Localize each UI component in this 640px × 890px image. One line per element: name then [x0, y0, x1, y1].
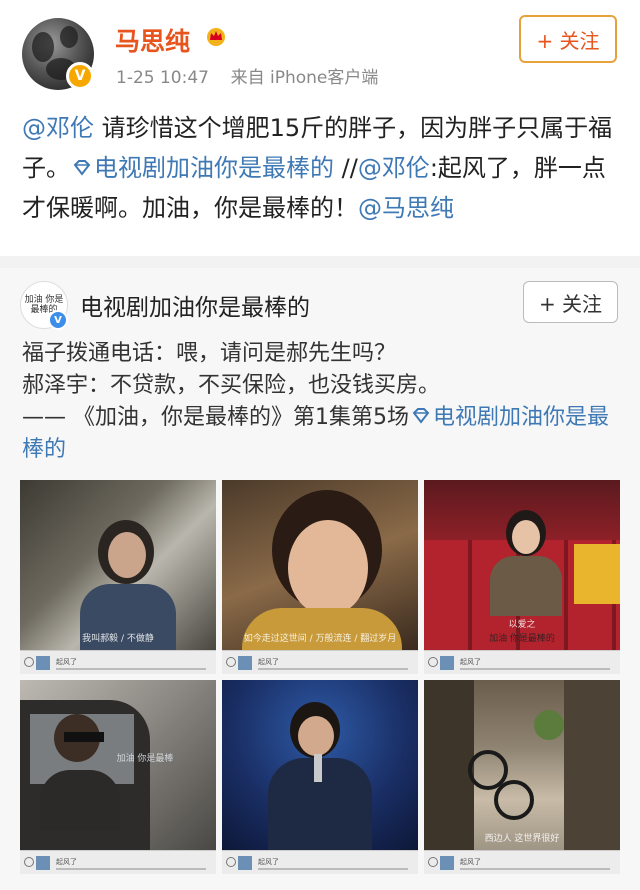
image-caption: 如今走过这世间 / 万般流连 / 翻过岁月: [243, 634, 397, 644]
progress-bar: [258, 868, 408, 870]
song-title: 起风了: [56, 658, 77, 666]
image-thumbnail[interactable]: 加油 你是最棒的 以爱之 起风了: [424, 480, 620, 674]
card-text: 福子拨通电话：喂，请问是郝先生吗？ 郝泽宇：不贷款，不买保险，也没钱买房。 ——…: [22, 338, 622, 466]
image-thumbnail[interactable]: 加油 你是最棒 起风了: [20, 680, 216, 874]
music-player-bar: 起风了: [424, 850, 620, 874]
card-account-name[interactable]: 电视剧加油你是最棒的: [80, 288, 310, 322]
image-thumbnail[interactable]: 我叫郝毅 / 不做静 起风了: [20, 480, 216, 674]
topic-diamond-icon: [412, 408, 430, 424]
song-title: 起风了: [56, 858, 77, 866]
album-cover-icon: [238, 856, 252, 870]
album-cover-icon: [440, 856, 454, 870]
music-player-bar: 起风了: [222, 850, 418, 874]
verified-badge-icon: V: [66, 62, 94, 90]
music-player-bar: 起风了: [20, 850, 216, 874]
song-title: 起风了: [460, 658, 481, 666]
card-follow-button[interactable]: + 关注: [523, 281, 618, 323]
image-caption: 西边人 这世界很好: [484, 834, 560, 844]
play-icon[interactable]: [226, 657, 236, 667]
song-title: 起风了: [258, 858, 279, 866]
album-cover-icon: [36, 856, 50, 870]
overlay-title: 加油 你是最棒的: [489, 634, 555, 644]
mention-link[interactable]: @邓伦: [358, 154, 430, 182]
image-caption: 以爱之: [508, 620, 536, 630]
play-icon[interactable]: [428, 657, 438, 667]
divider: [0, 256, 640, 268]
image-caption: 我叫郝毅 / 不做静: [82, 634, 154, 644]
progress-bar: [56, 868, 206, 870]
image-thumbnail[interactable]: 西边人 这世界很好 起风了: [424, 680, 620, 874]
post-source: 来自 iPhone客户端: [230, 68, 379, 88]
mention-link[interactable]: @马思纯: [358, 194, 454, 222]
album-cover-icon: [36, 656, 50, 670]
album-cover-icon: [440, 656, 454, 670]
card-text-line: —— 《加油，你是最棒的》第1集第5场: [22, 405, 409, 430]
play-icon[interactable]: [24, 657, 34, 667]
progress-bar: [460, 868, 610, 870]
card-text-line: 郝泽宇：不贷款，不买保险，也没钱买房。: [22, 373, 441, 398]
song-title: 起风了: [460, 858, 481, 866]
progress-bar: [460, 668, 610, 670]
image-thumbnail[interactable]: 起风了: [222, 680, 418, 874]
play-icon[interactable]: [428, 857, 438, 867]
music-player-bar: 起风了: [20, 650, 216, 674]
post-text-part: //: [334, 154, 358, 182]
progress-bar: [258, 668, 408, 670]
music-player-bar: 起风了: [424, 650, 620, 674]
play-icon[interactable]: [24, 857, 34, 867]
blue-verified-badge-icon: V: [48, 310, 68, 330]
music-player-bar: 起风了: [222, 650, 418, 674]
topic-diamond-icon: [73, 160, 91, 176]
progress-bar: [56, 668, 206, 670]
post-text: @邓伦 请珍惜这个增肥15斤的胖子，因为胖子只属于福子。 电视剧加油你是最棒的 …: [22, 108, 622, 228]
follow-button[interactable]: + 关注: [519, 15, 617, 63]
post-timestamp: 1-25 10:47: [116, 68, 209, 88]
crown-icon: [207, 28, 225, 46]
mention-link[interactable]: @邓伦: [22, 114, 94, 142]
user-name[interactable]: 马思纯: [115, 22, 190, 58]
shared-post-card[interactable]: 加油 你是最棒的 V 电视剧加油你是最棒的 + 关注 福子拨通电话：喂，请问是郝…: [0, 268, 640, 890]
card-text-line: 福子拨通电话：喂，请问是郝先生吗？: [22, 341, 397, 366]
album-cover-icon: [238, 656, 252, 670]
post-meta: 1-25 10:47 来自 iPhone客户端: [116, 63, 378, 88]
image-thumbnail[interactable]: 如今走过这世间 / 万般流连 / 翻过岁月 起风了: [222, 480, 418, 674]
topic-link[interactable]: 电视剧加油你是最棒的: [94, 154, 334, 182]
play-icon[interactable]: [226, 857, 236, 867]
song-title: 起风了: [258, 658, 279, 666]
overlay-title: 加油 你是最棒: [116, 754, 174, 764]
post-header: V 马思纯 1-25 10:47 来自 iPhone客户端 + 关注: [0, 0, 640, 100]
